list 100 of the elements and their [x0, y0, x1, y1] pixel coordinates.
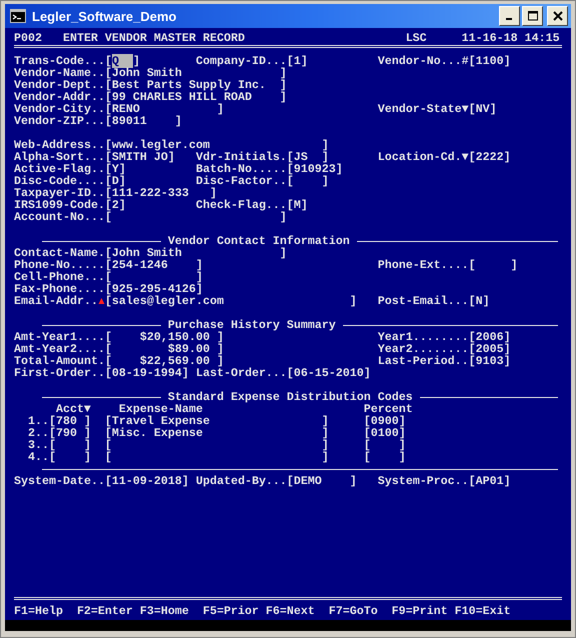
window-title: Legler_Software_Demo [32, 8, 178, 24]
input-field[interactable]: [1100] [468, 55, 511, 67]
function-key[interactable]: F10=Exit [454, 605, 511, 617]
function-key[interactable]: F9=Print [392, 605, 448, 617]
input-field[interactable]: [N] [468, 295, 490, 307]
field-label: Trans-Code... [14, 55, 105, 67]
input-field[interactable]: [Y] [104, 163, 126, 175]
column-header: Acct▼ [56, 403, 91, 415]
field-label: Phone-No..... [14, 259, 105, 271]
field-label: IRS1099-Code. [14, 199, 105, 211]
input-field[interactable]: [0100] [364, 427, 406, 439]
field-label: Vendor-Name.. [14, 67, 105, 79]
field-label: Year1........ [378, 331, 469, 343]
input-field[interactable]: [ ] [104, 271, 203, 283]
console-icon [10, 9, 26, 23]
field-label: Vendor-ZIP... [14, 115, 105, 127]
input-field[interactable]: [ ] [364, 451, 406, 463]
field-label: Vendor-Addr.. [14, 91, 105, 103]
field-label: Contact-Name. [14, 247, 105, 259]
field-label: Batch-No..... [196, 163, 287, 175]
field-label: Web-Address.. [14, 139, 105, 151]
input-field[interactable]: [AP01] [468, 475, 511, 487]
input-field[interactable]: [0900] [364, 415, 406, 427]
input-field[interactable]: [08-19-1994] [104, 367, 189, 379]
input-field[interactable]: [ ] [286, 175, 329, 187]
field-label: Amt-Year2.... [14, 343, 105, 355]
input-field[interactable]: [sales@legler.com ] [104, 295, 357, 307]
function-key[interactable]: F6=Next [266, 605, 322, 617]
input-field[interactable]: [www.legler.com ] [104, 139, 329, 151]
input-field[interactable]: [JS ] [286, 151, 329, 163]
section-heading: Vendor Contact Information [168, 235, 350, 247]
input-field[interactable]: [RENO ] [104, 103, 224, 115]
input-field[interactable]: [ ] [104, 439, 329, 451]
input-field[interactable]: [99 CHARLES HILL ROAD ] [104, 91, 287, 103]
line-number: 3.. [28, 439, 49, 451]
input-field[interactable]: [ ] [48, 439, 91, 451]
input-field[interactable]: [John Smith ] [104, 67, 287, 79]
field-label: Last-Order... [196, 367, 287, 379]
section-heading: Standard Expense Distribution Codes [168, 391, 413, 403]
input-field[interactable]: [790 ] [48, 427, 91, 439]
field-label: Cell-Phone... [14, 271, 105, 283]
field-label: System-Date.. [14, 475, 105, 487]
input-field[interactable]: [2005] [468, 343, 511, 355]
input-field[interactable]: [NV] [468, 103, 497, 115]
input-field[interactable]: [ ] [104, 211, 287, 223]
program-code: P002 [14, 32, 43, 44]
input-field[interactable]: [SMITH JO] [104, 151, 175, 163]
input-field[interactable]: [2222] [468, 151, 511, 163]
input-field[interactable]: [Best Parts Supply Inc. ] [104, 79, 287, 91]
input-field[interactable]: [254-1246 ] [104, 259, 203, 271]
input-field[interactable]: [780 ] [48, 415, 91, 427]
field-label: System-Proc.. [378, 475, 469, 487]
input-field[interactable]: [John Smith ] [104, 247, 287, 259]
function-key[interactable]: F3=Home [140, 605, 196, 617]
field-label: First-Order.. [14, 367, 105, 379]
maximize-button[interactable] [522, 6, 543, 26]
input-field[interactable]: [M] [286, 199, 308, 211]
field-label: Vendor-State▼ [378, 103, 469, 115]
close-button[interactable] [547, 6, 568, 26]
line-number: 2.. [28, 427, 49, 439]
line-number: 1.. [28, 415, 49, 427]
function-key[interactable]: F5=Prior [202, 605, 259, 617]
input-field[interactable]: [ $22,569.00 ] [104, 355, 224, 367]
input-field[interactable]: [9103] [468, 355, 511, 367]
input-field[interactable]: [11-09-2018] [104, 475, 189, 487]
field-label: Phone-Ext.... [378, 259, 469, 271]
function-key[interactable]: F7=GoTo [328, 605, 385, 617]
field-label: Vendor-City.. [14, 103, 105, 115]
field-label: Amt-Year1.... [14, 331, 105, 343]
input-field[interactable]: [2] [104, 199, 126, 211]
field-label: Updated-By... [196, 475, 287, 487]
input-field[interactable]: [111-222-333 ] [104, 187, 217, 199]
input-field[interactable]: [ $20,150.00 ] [104, 331, 224, 343]
field-label: Year2........ [378, 343, 469, 355]
input-field[interactable]: [ ] [104, 451, 329, 463]
input-field[interactable]: [ $89.00 ] [104, 343, 224, 355]
input-field[interactable]: [89011 ] [104, 115, 182, 127]
field-label: Vendor-Dept.. [14, 79, 105, 91]
function-key[interactable]: F1=Help [14, 605, 70, 617]
input-field[interactable]: [DEMO ] [286, 475, 357, 487]
input-field[interactable]: [ ] [468, 259, 518, 271]
input-field[interactable]: [Travel Expense ] [104, 415, 329, 427]
input-field[interactable]: [1] [286, 55, 308, 67]
input-field[interactable]: [D] [104, 175, 126, 187]
field-label: Vdr-Initials. [196, 151, 287, 163]
input-field[interactable]: [ ] [48, 451, 91, 463]
function-key[interactable]: F2=Enter [76, 605, 133, 617]
field-label: Fax-Phone.... [14, 283, 105, 295]
input-field[interactable]: [925-295-4126] [104, 283, 203, 295]
user-code: LSC [406, 32, 428, 44]
line-number: 4.. [28, 451, 49, 463]
input-field[interactable]: [06-15-2010] [286, 367, 371, 379]
field-label: Last-Period.. [378, 355, 469, 367]
input-field[interactable]: [ ] [364, 439, 406, 451]
input-field[interactable]: [2006] [468, 331, 511, 343]
input-field[interactable]: [Misc. Expense ] [104, 427, 329, 439]
input-field[interactable]: [910923] [286, 163, 343, 175]
minimize-icon [506, 18, 512, 20]
field-label: Email-Addr.. [14, 295, 98, 307]
minimize-button[interactable] [499, 6, 520, 26]
